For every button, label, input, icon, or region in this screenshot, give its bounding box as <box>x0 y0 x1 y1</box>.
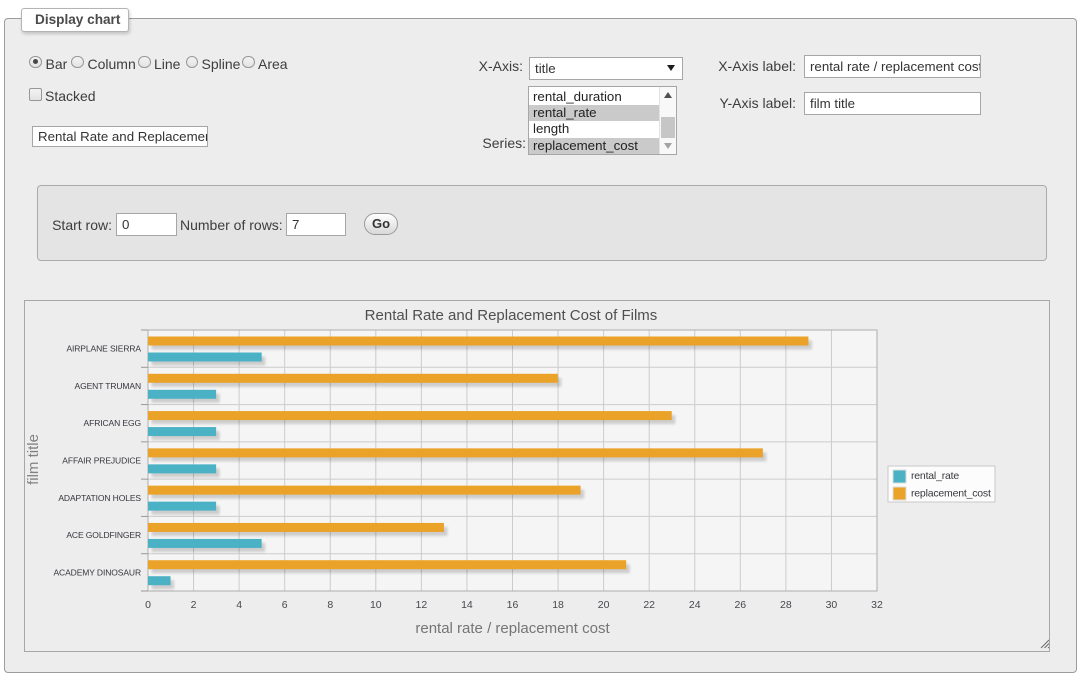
svg-text:2: 2 <box>191 599 197 611</box>
svg-text:22: 22 <box>643 599 655 611</box>
svg-text:replacement_cost: replacement_cost <box>911 488 991 500</box>
svg-text:8: 8 <box>327 599 333 611</box>
svg-text:rental rate / replacement cost: rental rate / replacement cost <box>415 620 610 637</box>
svg-text:28: 28 <box>780 599 792 611</box>
svg-text:AFRICAN EGG: AFRICAN EGG <box>84 418 141 428</box>
svg-text:ACE GOLDFINGER: ACE GOLDFINGER <box>66 530 141 540</box>
svg-text:18: 18 <box>552 599 564 611</box>
svg-text:AIRPLANE SIERRA: AIRPLANE SIERRA <box>66 344 141 354</box>
svg-text:16: 16 <box>507 599 519 611</box>
svg-text:rental_rate: rental_rate <box>911 470 959 482</box>
svg-text:12: 12 <box>416 599 428 611</box>
svg-text:32: 32 <box>871 599 883 611</box>
svg-text:AGENT TRUMAN: AGENT TRUMAN <box>75 381 142 391</box>
svg-text:14: 14 <box>461 599 473 611</box>
svg-text:20: 20 <box>598 599 610 611</box>
svg-text:26: 26 <box>734 599 746 611</box>
svg-text:0: 0 <box>145 599 151 611</box>
svg-text:6: 6 <box>282 599 288 611</box>
svg-text:4: 4 <box>236 599 242 611</box>
svg-text:ACADEMY DINOSAUR: ACADEMY DINOSAUR <box>53 567 141 577</box>
svg-text:AFFAIR PREJUDICE: AFFAIR PREJUDICE <box>62 456 141 466</box>
svg-text:film title: film title <box>25 434 42 485</box>
svg-text:30: 30 <box>826 599 838 611</box>
svg-text:24: 24 <box>689 599 701 611</box>
svg-text:ADAPTATION HOLES: ADAPTATION HOLES <box>58 493 141 503</box>
svg-text:10: 10 <box>370 599 382 611</box>
svg-text:Rental Rate and Replacement Co: Rental Rate and Replacement Cost of Film… <box>365 307 658 324</box>
